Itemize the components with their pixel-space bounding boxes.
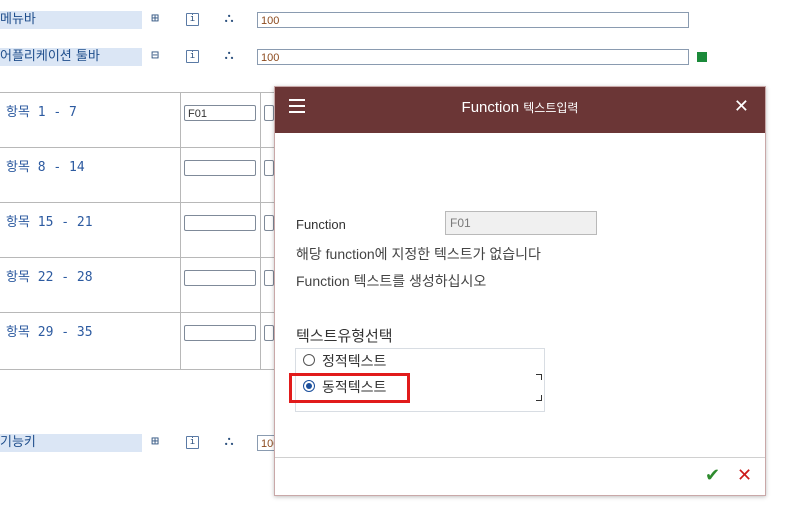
dialog-header: Function 텍스트입력 ✕ — [275, 87, 765, 133]
expand-icon[interactable]: ⊞ — [147, 11, 163, 27]
confirm-check-icon[interactable]: ✔ — [705, 465, 720, 486]
row-input-2[interactable] — [264, 215, 274, 231]
message-line-1: 해당 function에 지정한 텍스트가 없습니다 — [296, 246, 541, 262]
function-key-label: 기능키 — [0, 434, 142, 452]
row-label: 항목 1 - 7 — [6, 105, 77, 120]
message-line-2: Function 텍스트를 생성하십시오 — [296, 273, 487, 289]
app-toolbar-input[interactable]: 100 — [257, 49, 689, 65]
row-input[interactable] — [184, 215, 256, 231]
function-field: F01 — [445, 211, 597, 235]
status-square-icon — [697, 52, 707, 62]
info-icon[interactable]: i — [186, 50, 199, 63]
table-row: 항목 15 - 21 — [0, 202, 274, 258]
table-row: 항목 22 - 28 — [0, 257, 274, 313]
row-input[interactable] — [184, 270, 256, 286]
row-input[interactable]: F01 — [184, 105, 256, 121]
collapse-icon[interactable]: ⊟ — [147, 48, 163, 64]
function-field-label: Function — [296, 217, 346, 232]
table-row: 항목 29 - 35 — [0, 312, 274, 368]
row-input[interactable] — [184, 160, 256, 176]
menubar-input[interactable]: 100 — [257, 12, 689, 28]
row-input[interactable] — [184, 325, 256, 341]
row-label: 항목 22 - 28 — [6, 270, 93, 285]
info-icon[interactable]: i — [186, 436, 199, 449]
row-input-2[interactable] — [264, 160, 274, 176]
close-icon[interactable]: ✕ — [734, 97, 749, 117]
tree-icon[interactable]: ⛬ — [221, 11, 237, 27]
footer-divider — [275, 457, 765, 458]
table-row: 항목 1 - 7 F01 — [0, 92, 274, 148]
corner-mark — [536, 395, 542, 401]
item-table: 항목 1 - 7 F01 항목 8 - 14 항목 15 - 21 항목 22 … — [0, 92, 275, 370]
row-input-2[interactable] — [264, 105, 274, 121]
function-text-dialog: Function 텍스트입력 ✕ Function F01 해당 functio… — [274, 86, 766, 496]
menubar-label: 메뉴바 — [0, 11, 142, 29]
table-row: 항목 8 - 14 — [0, 147, 274, 203]
radio-static[interactable] — [303, 354, 315, 366]
row-input-2[interactable] — [264, 325, 274, 341]
row-label: 항목 15 - 21 — [6, 215, 93, 230]
selection-highlight — [289, 373, 410, 403]
row-label: 항목 29 - 35 — [6, 325, 93, 340]
tree-icon[interactable]: ⛬ — [221, 434, 237, 450]
radio-static-label[interactable]: 정적텍스트 — [322, 351, 386, 371]
corner-mark — [536, 374, 542, 380]
dialog-title-main: Function — [461, 99, 520, 116]
row-label: 항목 8 - 14 — [6, 160, 85, 175]
cancel-x-icon[interactable]: ✕ — [737, 465, 752, 486]
row-input-2[interactable] — [264, 270, 274, 286]
dialog-title: Function 텍스트입력 — [275, 87, 765, 133]
info-icon[interactable]: i — [186, 13, 199, 26]
dialog-title-sub: 텍스트입력 — [523, 101, 579, 115]
tree-icon[interactable]: ⛬ — [221, 48, 237, 64]
app-toolbar-label: 어플리케이션 툴바 — [0, 48, 142, 66]
expand-icon[interactable]: ⊞ — [147, 434, 163, 450]
group-title: 텍스트유형선택 — [296, 328, 393, 345]
